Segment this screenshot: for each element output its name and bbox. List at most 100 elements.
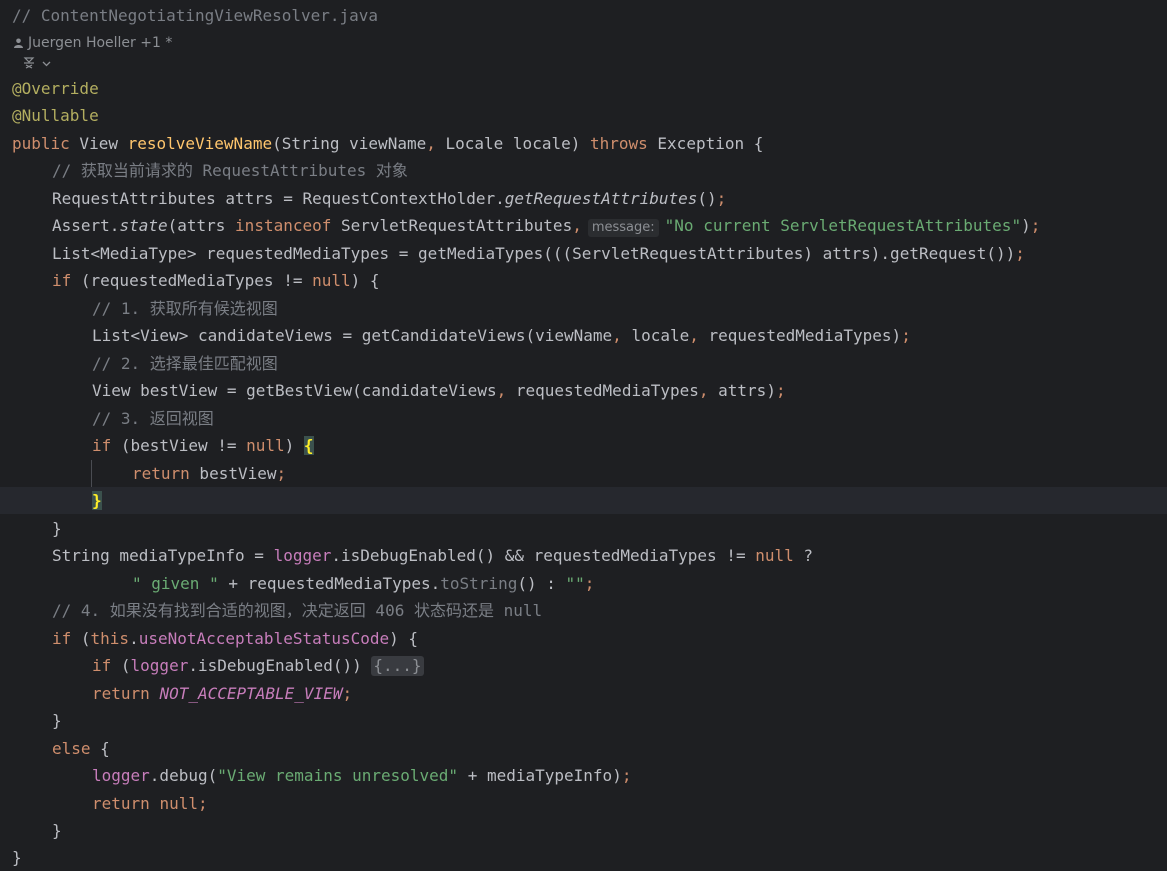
code-line[interactable]: if (bestView != null) { [0,432,1167,459]
method-signature: public View resolveViewName(String viewN… [12,130,763,157]
comment: // 3. 返回视图 [92,409,214,428]
code-line[interactable]: @Nullable [0,102,1167,129]
code-author-hint[interactable]: Juergen Hoeller +1 * [14,33,172,53]
params: Locale locale) [435,134,590,153]
annotation: @Override [12,79,99,98]
code-line[interactable]: // 获取当前请求的 RequestAttributes 对象 [0,157,1167,184]
statement: " given " + requestedMediaTypes.toString… [12,570,594,597]
comma: , [698,381,709,400]
statement: List<View> candidateViews = getCandidate… [12,322,911,349]
code-text: bestView [189,464,277,483]
ai-assistant-icon [23,57,35,69]
keyword: null [755,546,794,565]
statement: if (requestedMediaTypes != null) { [12,267,380,294]
code-line[interactable]: } [0,844,1167,871]
keyword: return [92,684,150,703]
comma: , [496,381,507,400]
user-icon [14,38,23,48]
closing-brace: } [12,848,22,867]
keyword: throws [589,134,648,153]
code-text: (attrs [167,216,236,235]
keyword: null [312,271,351,290]
comment: // 2. 选择最佳匹配视图 [92,354,278,373]
comment: // 4. 如果没有找到合适的视图，决定返回 406 状态码还是 null [52,601,543,620]
comma: , [572,216,582,235]
ai-actions-widget[interactable] [22,56,51,74]
keyword: instanceof [235,216,332,235]
string-literal: "" [565,574,585,593]
semicolon: ; [775,381,786,400]
keyword: if [92,436,112,455]
keyword: null [246,436,285,455]
string-literal: "View remains unresolved" [217,766,459,785]
code-line[interactable]: " given " + requestedMediaTypes.toString… [0,570,1167,597]
code-text: View bestView = getBestView(candidateVie… [92,381,497,400]
code-line[interactable]: if (this.useNotAcceptableStatusCode) { [0,625,1167,652]
code-line[interactable]: @Override [0,75,1167,102]
string-literal: "No current ServletRequestAttributes" [664,216,1022,235]
code-line[interactable]: public View resolveViewName(String viewN… [0,130,1167,157]
keyword: if [52,629,72,648]
closing-brace: } [52,711,62,730]
code-text: . [129,629,139,648]
code-line[interactable]: View bestView = getBestView(candidateVie… [0,377,1167,404]
field: useNotAcceptableStatusCode [138,629,390,648]
statement: List<MediaType> requestedMediaTypes = ge… [12,240,1025,267]
code-text: String mediaTypeInfo = [52,546,274,565]
code-line[interactable]: return NOT_ACCEPTABLE_VIEW; [0,680,1167,707]
author-text: Juergen Hoeller +1 * [28,35,173,51]
code-line[interactable]: else { [0,735,1167,762]
return-type: View [69,134,128,153]
code-text: () [697,189,717,208]
code-text: ) [284,436,304,455]
code-text: ( [71,629,91,648]
statement: else { [12,735,110,762]
code-text: .isDebugEnabled() && requestedMediaTypes… [331,546,756,565]
code-line[interactable]: return null; [0,790,1167,817]
code-line[interactable]: } [0,707,1167,734]
code-text: + requestedMediaTypes. [218,574,441,593]
method-name: resolveViewName [127,134,273,153]
code-line[interactable]: // 3. 返回视图 [0,405,1167,432]
statement: String mediaTypeInfo = logger.isDebugEna… [12,542,813,569]
current-code-line[interactable]: } [0,487,1167,514]
code-line[interactable]: // 2. 选择最佳匹配视图 [0,350,1167,377]
code-text: { [90,739,110,758]
code-text: (requestedMediaTypes != [71,271,313,290]
statement: } [12,487,102,514]
code-line[interactable]: // 1. 获取所有候选视图 [0,295,1167,322]
code-line[interactable]: List<View> candidateViews = getCandidate… [0,322,1167,349]
statement: return NOT_ACCEPTABLE_VIEW; [12,680,352,707]
code-text: locale [621,326,690,345]
code-line[interactable]: // 4. 如果没有找到合适的视图，决定返回 406 状态码还是 null [0,597,1167,624]
code-line[interactable]: if (logger.isDebugEnabled()) {...} [0,652,1167,679]
code-line[interactable]: if (requestedMediaTypes != null) { [0,267,1167,294]
code-line[interactable]: List<MediaType> requestedMediaTypes = ge… [0,240,1167,267]
comma: , [689,326,699,345]
code-line[interactable]: // ContentNegotiatingViewResolver.java [0,2,1167,29]
semicolon: ; [584,574,595,593]
comma: , [426,134,436,153]
keyword: this [90,629,130,648]
matched-brace: } [92,491,102,510]
code-line[interactable]: } [0,817,1167,844]
folded-code-block[interactable]: {...} [371,656,424,676]
semicolon: ; [901,326,911,345]
parameter-hint: message: [587,219,659,237]
code-line[interactable]: Assert.state(attrs instanceof ServletReq… [0,212,1167,239]
code-text: ? [793,546,813,565]
code-editor[interactable]: // ContentNegotiatingViewResolver.java J… [0,0,1167,871]
code-line[interactable]: RequestAttributes attrs = RequestContext… [0,185,1167,212]
code-text: ) { [389,629,419,648]
matched-brace: { [303,436,314,455]
chevron-down-icon[interactable] [42,59,51,68]
keyword: if [92,656,112,675]
code-line[interactable]: return bestView; [0,460,1167,487]
code-line[interactable]: String mediaTypeInfo = logger.isDebugEna… [0,542,1167,569]
code-line[interactable]: logger.debug("View remains unresolved" +… [0,762,1167,789]
semicolon: ; [1030,216,1041,235]
keyword: null [159,794,198,813]
code-line[interactable]: } [0,515,1167,542]
keyword: public [12,134,70,153]
